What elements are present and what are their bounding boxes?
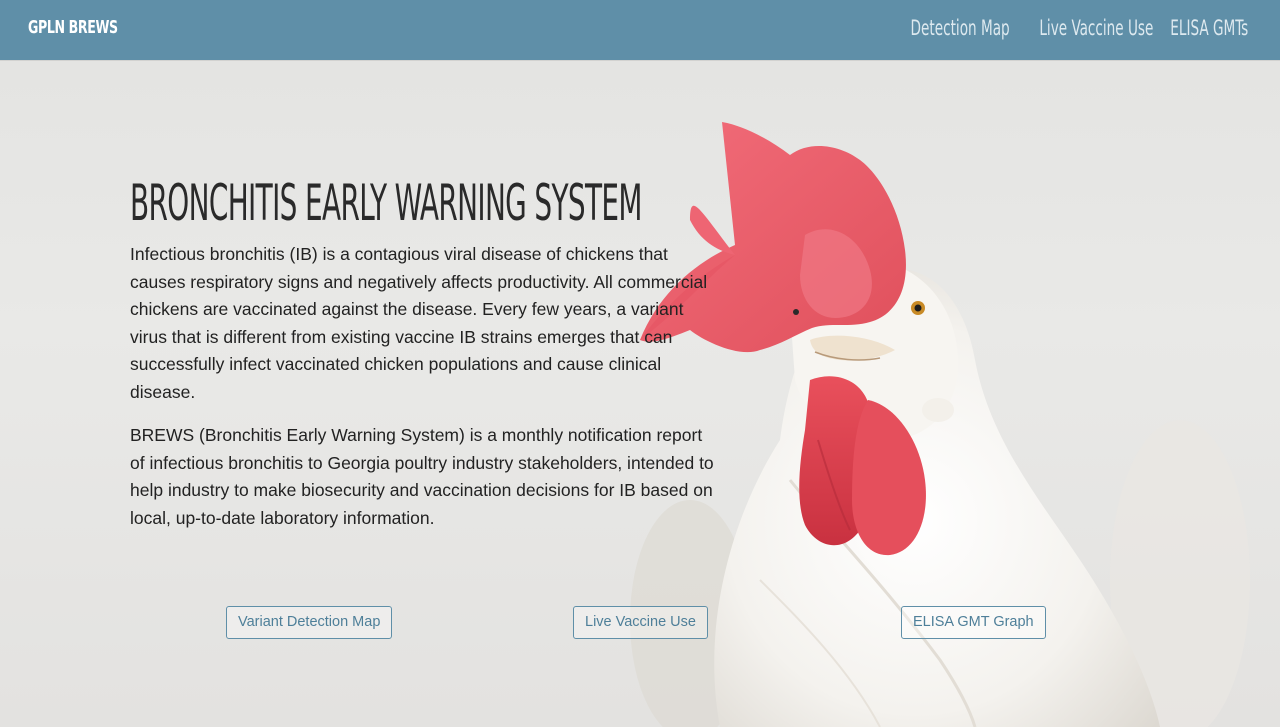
page-title: BRONCHITIS EARLY WARNING SYSTEM (130, 174, 642, 232)
nav-links: Detection Map Live Vaccine Use ELISA GMT… (858, 16, 1248, 40)
variant-detection-map-button[interactable]: Variant Detection Map (226, 606, 393, 639)
brand-logo[interactable]: GPLN BREWS (28, 17, 118, 38)
live-vaccine-use-button[interactable]: Live Vaccine Use (573, 606, 708, 639)
brews-description-paragraph: BREWS (Bronchitis Early Warning System) … (130, 425, 714, 528)
top-navbar: GPLN BREWS Detection Map Live Vaccine Us… (0, 0, 1280, 60)
nav-link-live-vaccine-use[interactable]: Live Vaccine Use (1040, 16, 1154, 40)
nav-link-elisa-gmts[interactable]: ELISA GMTs (1170, 16, 1248, 40)
intro-paragraph: Infectious bronchitis (IB) is a contagio… (130, 244, 708, 402)
elisa-gmt-graph-button[interactable]: ELISA GMT Graph (901, 606, 1046, 639)
nav-link-detection-map[interactable]: Detection Map (910, 16, 1009, 40)
hero-section: BRONCHITIS EARLY WARNING SYSTEM Infectio… (0, 60, 1280, 727)
